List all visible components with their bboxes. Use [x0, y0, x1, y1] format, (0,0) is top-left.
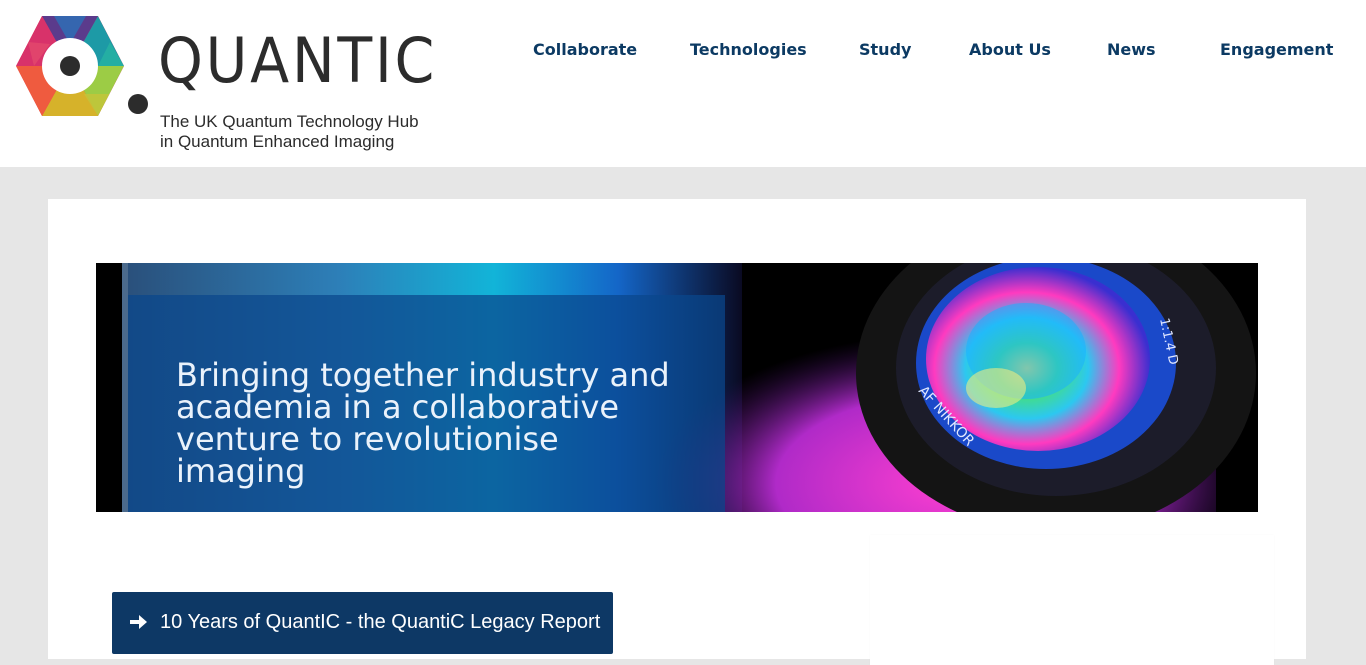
site-logo[interactable]: QUANTIC The UK Quantum Technology Hub in… [14, 14, 434, 154]
main-content-card: AF NIKKOR 1:1.4 D Bringing together indu… [48, 199, 1306, 665]
nav-item-technologies[interactable]: Technologies [690, 40, 807, 59]
hero-caption-box: Bringing together industry and academia … [128, 295, 725, 512]
side-panel [870, 535, 1274, 665]
arrow-right-icon [130, 615, 147, 629]
legacy-report-label: 10 Years of QuantIC - the QuantiC Legacy… [160, 611, 601, 633]
nav-item-study[interactable]: Study [859, 40, 911, 59]
logo-tagline: The UK Quantum Technology Hub in Quantum… [160, 112, 419, 152]
hero-banner: AF NIKKOR 1:1.4 D Bringing together indu… [96, 263, 1258, 512]
logo-tagline-line1: The UK Quantum Technology Hub [160, 112, 419, 131]
nav-item-news[interactable]: News [1107, 40, 1156, 59]
logo-dot [128, 94, 148, 114]
main-nav: Collaborate Technologies Study About Us … [0, 40, 1354, 62]
hero-headline: Bringing together industry and academia … [176, 356, 670, 490]
nav-item-engagement[interactable]: Engagement [1220, 40, 1333, 59]
legacy-report-button[interactable]: 10 Years of QuantIC - the QuantiC Legacy… [112, 592, 613, 654]
site-header: QUANTIC The UK Quantum Technology Hub in… [0, 0, 1354, 167]
scrollbar-gutter [1354, 0, 1366, 167]
logo-tagline-line2: in Quantum Enhanced Imaging [160, 132, 395, 151]
nav-item-collaborate[interactable]: Collaborate [533, 40, 637, 59]
quantic-logo-icon [16, 16, 124, 116]
nav-item-about-us[interactable]: About Us [969, 40, 1051, 59]
